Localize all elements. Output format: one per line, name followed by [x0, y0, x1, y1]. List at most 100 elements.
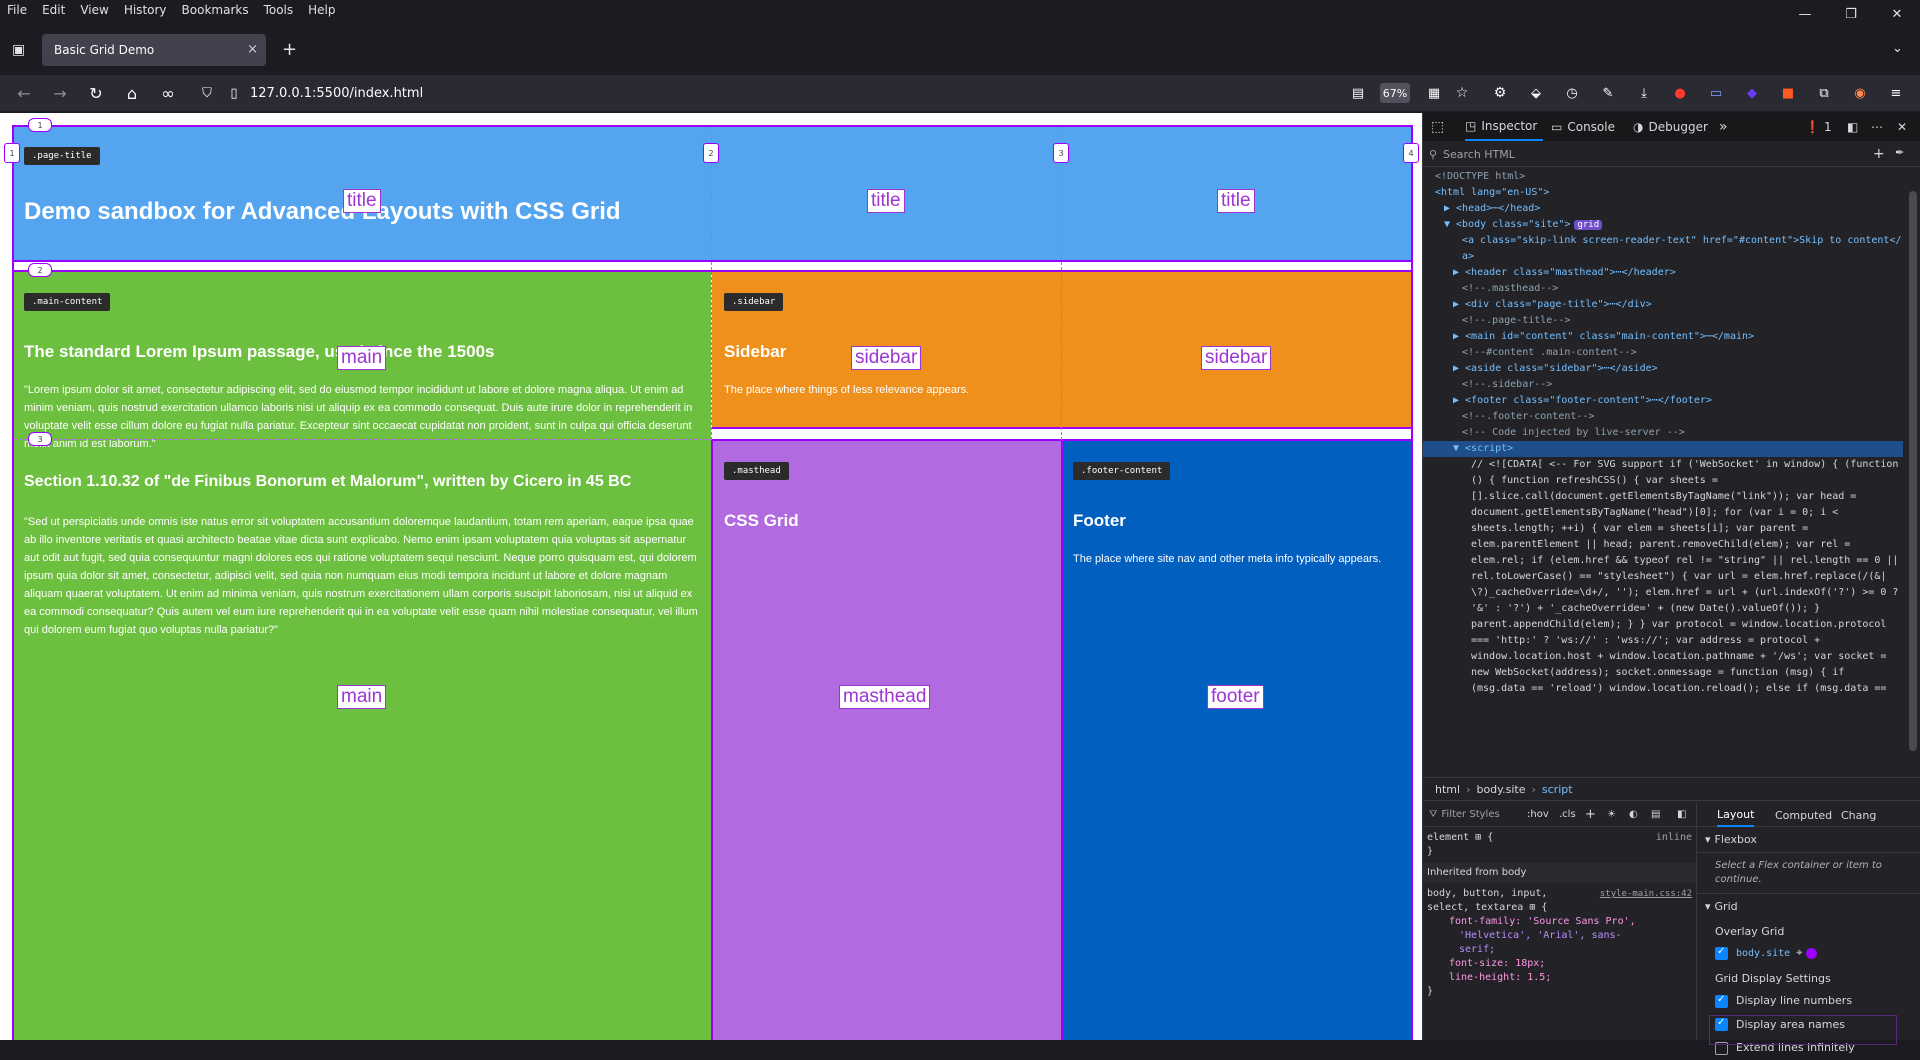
history-clock-icon[interactable]: ◷: [1558, 75, 1586, 111]
extension-orange-icon[interactable]: ■: [1774, 75, 1802, 111]
bookmark-star-icon[interactable]: ☆: [1448, 75, 1476, 111]
decl-font-family[interactable]: font-family: 'Source Sans Pro',: [1427, 915, 1692, 929]
tree-node[interactable]: ▶ <footer class="footer-content">⋯</foot…: [1423, 393, 1903, 409]
tree-node[interactable]: ▼ <script>: [1423, 441, 1903, 457]
tree-node[interactable]: ▶ <head>⋯</head>: [1423, 201, 1903, 217]
add-rule-icon[interactable]: +: [1585, 807, 1596, 822]
reader-view-icon[interactable]: ▤: [1344, 75, 1372, 111]
zoom-badge[interactable]: 67%: [1380, 83, 1410, 103]
tree-node[interactable]: document.getElementsByTagName("head")[0]…: [1423, 505, 1903, 521]
extension-screen-icon[interactable]: ▭: [1702, 75, 1730, 111]
tree-node[interactable]: new WebSocket(address); socket.onmessage…: [1423, 665, 1903, 681]
app-menu-icon[interactable]: ≡: [1882, 75, 1910, 111]
tab-inspector[interactable]: ◳ Inspector: [1465, 113, 1544, 141]
tab-active[interactable]: Basic Grid Demo ×: [42, 34, 266, 66]
tree-node[interactable]: [].slice.call(document.getElementsByTagN…: [1423, 489, 1903, 505]
close-window-icon[interactable]: ✕: [1874, 0, 1920, 28]
flexbox-chevron-icon[interactable]: ▾: [1705, 833, 1711, 846]
stylesheet-link[interactable]: style-main.css:42: [1600, 887, 1692, 901]
reload-icon[interactable]: ↻: [82, 75, 110, 111]
new-tab-button[interactable]: +: [282, 39, 297, 60]
grid-chevron-icon[interactable]: ▾: [1705, 900, 1711, 913]
tab-list-icon[interactable]: ▣: [12, 42, 25, 58]
download-icon[interactable]: ⤓: [1630, 75, 1658, 111]
menu-tools[interactable]: Tools: [257, 3, 302, 17]
tree-node[interactable]: '&' : '?') + '_cacheOverride=' + (new Da…: [1423, 601, 1903, 617]
decl-line-height[interactable]: line-height: 1.5;: [1427, 971, 1692, 985]
grid-color-swatch[interactable]: [1806, 947, 1818, 959]
highlight-icon[interactable]: ⌖: [1796, 946, 1802, 960]
menu-history[interactable]: History: [117, 3, 175, 17]
tree-node[interactable]: === 'http:' ? 'ws://' : 'wss://'; var ad…: [1423, 633, 1903, 649]
tree-node[interactable]: ▼ <body class="site"> grid: [1423, 217, 1903, 233]
tab-close-icon[interactable]: ×: [247, 42, 258, 57]
add-node-icon[interactable]: +: [1873, 146, 1885, 162]
restore-icon[interactable]: ❐: [1828, 0, 1874, 28]
tree-node[interactable]: <!DOCTYPE html>: [1423, 169, 1903, 185]
tree-node[interactable]: <!--.masthead-->: [1423, 281, 1903, 297]
settings-gear-icon[interactable]: ⚙: [1486, 75, 1514, 111]
grid-badge[interactable]: grid: [1574, 220, 1603, 230]
toggle-sidebar-icon[interactable]: ◧: [1677, 808, 1686, 822]
filter-styles-input[interactable]: Filter Styles: [1441, 808, 1499, 822]
extension-red-icon[interactable]: ●: [1666, 75, 1694, 111]
tab-layout[interactable]: Layout: [1717, 803, 1755, 827]
tree-node[interactable]: window.location.host + window.location.p…: [1423, 649, 1903, 665]
error-count-badge[interactable]: ❗ 1: [1805, 113, 1832, 141]
more-tabs-icon[interactable]: »: [1719, 113, 1728, 141]
decl-font-size[interactable]: font-size: 18px;: [1427, 957, 1692, 971]
close-devtools-icon[interactable]: ✕: [1897, 113, 1907, 141]
url-bar[interactable]: 127.0.0.1:5500/index.html: [190, 80, 1340, 106]
menu-edit[interactable]: Edit: [35, 3, 73, 17]
tree-node[interactable]: ▶ <main id="content" class="main-content…: [1423, 329, 1903, 345]
dock-icon[interactable]: ◧: [1847, 113, 1858, 141]
line-numbers-checkbox[interactable]: [1715, 994, 1728, 1008]
tree-node[interactable]: sheets.length; ++i) { var elem = sheets[…: [1423, 521, 1903, 537]
flexbox-section[interactable]: Flexbox: [1715, 833, 1757, 846]
tree-node[interactable]: <html lang="en-US">: [1423, 185, 1903, 201]
element-picker-icon[interactable]: ⬚: [1431, 113, 1444, 141]
print-media-icon[interactable]: ▤: [1651, 808, 1660, 822]
chevron-down-icon[interactable]: ⌄: [1892, 41, 1903, 56]
more-options-icon[interactable]: ⋯: [1871, 113, 1883, 141]
menu-bookmarks[interactable]: Bookmarks: [175, 3, 257, 17]
tree-node[interactable]: <!--#content .main-content-->: [1423, 345, 1903, 361]
tree-node[interactable]: <!-- Code injected by live-server -->: [1423, 425, 1903, 441]
account-icon[interactable]: ◉: [1846, 75, 1874, 111]
tree-node[interactable]: a>: [1423, 249, 1903, 265]
extension-diamond-icon[interactable]: ◆: [1738, 75, 1766, 111]
tree-node[interactable]: elem.parentElement || head; parent.remov…: [1423, 537, 1903, 553]
tools-wrench-icon[interactable]: ✎: [1594, 75, 1622, 111]
pocket-icon[interactable]: ⬙: [1522, 75, 1550, 111]
tab-computed[interactable]: Computed: [1775, 809, 1832, 822]
tree-node[interactable]: elem.rel; if (elem.href && typeof rel !=…: [1423, 553, 1903, 569]
tree-node[interactable]: () { function refreshCSS() { var sheets …: [1423, 473, 1903, 489]
tree-node[interactable]: ▶ <aside class="sidebar">⋯</aside>: [1423, 361, 1903, 377]
dark-theme-icon[interactable]: ◐: [1629, 808, 1638, 822]
eyedropper-icon[interactable]: ✒: [1895, 146, 1904, 159]
search-html-input[interactable]: ⚲ Search HTML + ✒: [1423, 143, 1920, 167]
minimize-icon[interactable]: —: [1782, 0, 1828, 28]
tab-debugger[interactable]: ◑ Debugger: [1633, 113, 1708, 141]
hov-toggle[interactable]: :hov: [1527, 808, 1549, 822]
breadcrumb-body[interactable]: body.site: [1476, 783, 1525, 796]
tree-node[interactable]: \?)_cacheOverride=\d+/, ''); elem.href =…: [1423, 585, 1903, 601]
tree-node[interactable]: // <![CDATA[ <-- For SVG support if ('We…: [1423, 457, 1903, 473]
breadcrumb-script[interactable]: script: [1542, 783, 1573, 796]
tree-node[interactable]: (msg.data == 'reload') window.location.r…: [1423, 681, 1903, 697]
tree-node[interactable]: <!--.page-title-->: [1423, 313, 1903, 329]
menu-help[interactable]: Help: [301, 3, 343, 17]
cls-toggle[interactable]: .cls: [1559, 808, 1576, 822]
forward-icon[interactable]: →: [46, 75, 74, 111]
tree-node[interactable]: ▶ <div class="page-title">⋯</div>: [1423, 297, 1903, 313]
puzzle-icon[interactable]: ⧉: [1810, 75, 1838, 111]
tree-node[interactable]: <!--.footer-content-->: [1423, 409, 1903, 425]
tree-node[interactable]: rel.toLowerCase() == "stylesheet") { var…: [1423, 569, 1903, 585]
tree-node[interactable]: ▶ <header class="masthead">⋯</header>: [1423, 265, 1903, 281]
home-icon[interactable]: ⌂: [118, 75, 146, 111]
menu-file[interactable]: File: [0, 3, 35, 17]
tree-node[interactable]: parent.appendChild(elem); } } var protoc…: [1423, 617, 1903, 633]
tree-node[interactable]: <!--.sidebar-->: [1423, 377, 1903, 393]
tree-node[interactable]: <a class="skip-link screen-reader-text" …: [1423, 233, 1903, 249]
menu-view[interactable]: View: [73, 3, 116, 17]
